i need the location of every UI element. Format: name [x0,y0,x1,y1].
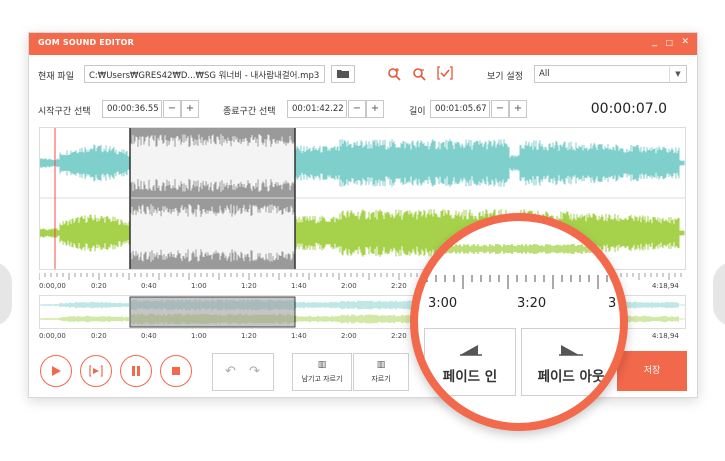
window-title: GOM SOUND EDITOR [38,38,134,47]
fade-in-label: 페이드 인 [442,369,498,385]
magnified-time-label: 3:20 [517,296,547,311]
length-plus-button[interactable]: + [509,100,527,118]
ruler-label: 1:00 [191,282,207,290]
zoom-selection-icon[interactable] [437,66,453,83]
keep-and-cut-button[interactable]: ▥ 남기고 자르기 [292,353,352,391]
ruler-label: 0:40 [141,282,157,290]
ruler-label: 2:00 [341,282,357,290]
stop-icon [172,367,180,375]
ruler-label: 1:20 [241,282,257,290]
length-label: 길이 [409,107,426,117]
cut-icon: ▥ [376,360,386,370]
open-folder-button[interactable] [331,65,355,83]
pause-button[interactable] [120,355,152,387]
overview-ruler-label: 2:20 [391,332,407,340]
end-selection-label: 종료구간 선택 [223,107,276,117]
minimize-icon[interactable]: _ [652,36,657,47]
magnified-ruler [418,273,620,291]
view-setting-select[interactable]: All [534,65,686,83]
fade-out-icon [559,345,583,356]
length-minus-button[interactable]: − [491,100,509,118]
file-path-field[interactable]: C:₩Users₩GRES42₩D...₩SG 워너비 - 내사람내걸어.mp3 [84,65,325,83]
page: GOM SOUND EDITOR _ □ ✕ 현재 파일 C:₩Users₩GR… [0,0,725,461]
stop-button[interactable] [160,355,192,387]
fade-in-button[interactable]: 페이드 인 [424,328,516,396]
carousel-prev-button[interactable] [0,262,12,326]
end-plus-button[interactable]: + [366,100,384,118]
magnified-time-label: 3 [608,296,617,311]
keep-cut-icon: ▥ [317,360,327,370]
fade-out-label: 페이드 아웃 [537,369,605,385]
start-plus-button[interactable]: + [181,100,199,118]
start-selection-label: 시작구간 선택 [38,107,91,117]
play-selection-button[interactable] [80,355,112,387]
overview-ruler-label: 0:40 [141,332,157,340]
zoom-in-icon[interactable] [387,67,401,84]
view-setting-label: 보기 설정 [487,72,523,82]
start-time-field[interactable]: 00:00:36.55 [102,100,162,118]
end-minus-button[interactable]: − [348,100,366,118]
ruler-label: 2:20 [391,282,407,290]
zoom-out-icon[interactable] [412,67,426,84]
overview-ruler-label: 0:20 [91,332,107,340]
ruler-label: 1:40 [291,282,307,290]
close-icon[interactable]: ✕ [681,37,689,47]
undo-icon[interactable]: ↶ [225,364,236,379]
length-field[interactable]: 00:01:05.67 [430,100,490,118]
overview-ruler-label: 1:00 [191,332,207,340]
fade-in-icon [460,345,482,356]
play-button[interactable] [40,355,72,387]
overview-ruler-label: 1:40 [291,332,307,340]
undo-redo-group: ↶ ↷ [212,353,274,391]
magnified-waveform [418,244,619,254]
fade-out-button[interactable]: 페이드 아웃 [521,328,620,396]
overview-ruler-label: 1:20 [241,332,257,340]
pause-icon [132,366,140,376]
carousel-next-button[interactable] [713,262,725,326]
magnified-time-label: 3:00 [428,296,458,311]
end-time-field[interactable]: 00:01:42.22 [287,100,347,118]
overview-ruler-label: 0:00,00 [39,332,66,340]
redo-icon[interactable]: ↷ [249,364,260,379]
play-selection-icon [89,365,103,377]
title-bar: GOM SOUND EDITOR _ □ ✕ [29,33,697,55]
cut-label: 자르기 [371,375,391,383]
ruler-label: 4:18,94 [652,282,679,290]
folder-icon [337,70,349,78]
magnified-ticks [418,275,617,289]
overview-ruler-label: 2:00 [341,332,357,340]
overview-ruler-label: 4:18,94 [652,332,679,340]
ruler-label: 0:20 [91,282,107,290]
magnifier-callout: 3:00 3:20 3 페이드 인 페이드 아웃 [410,213,628,431]
keep-cut-label: 남기고 자르기 [301,375,343,383]
cut-button[interactable]: ▥ 자르기 [353,353,409,391]
start-minus-button[interactable]: − [163,100,181,118]
magnifier-circle: 3:00 3:20 3 페이드 인 페이드 아웃 [410,213,628,431]
maximize-icon[interactable]: □ [665,38,673,47]
current-file-label: 현재 파일 [38,72,74,82]
play-icon [52,366,61,376]
dropdown-arrow-icon[interactable]: ▼ [669,65,687,83]
ruler-label: 0:00,00 [39,282,66,290]
current-time-display: 00:00:07.0 [590,101,667,117]
